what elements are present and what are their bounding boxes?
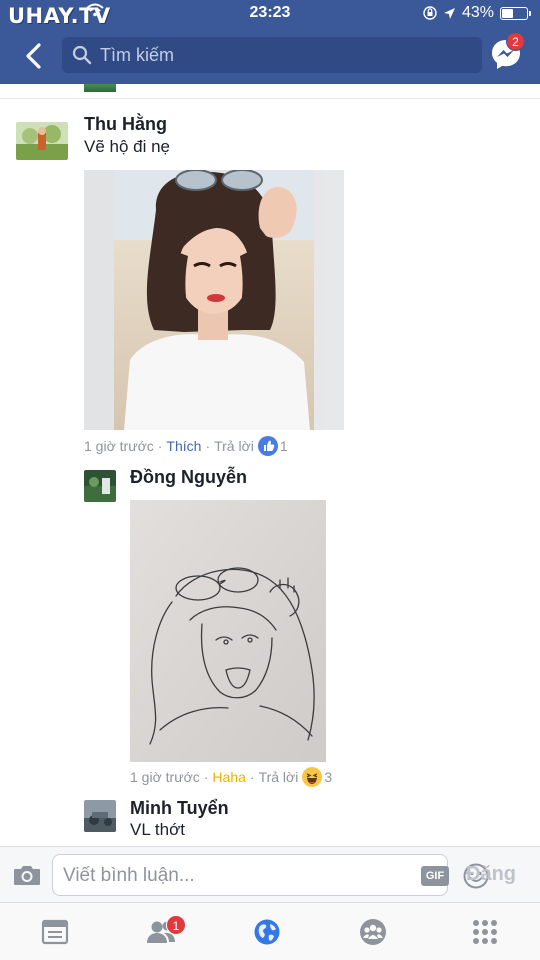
comment-photo[interactable]: [84, 170, 344, 430]
search-icon: [72, 45, 92, 65]
comment-placeholder: Viết bình luận...: [63, 865, 195, 886]
comment-meta: 1 giờ trước · Thích · Trả lời 1: [84, 436, 288, 456]
haha-action[interactable]: Haha: [212, 769, 245, 785]
comment-time: 1 giờ trước: [84, 438, 154, 454]
comment-text: VL thớt: [130, 820, 185, 839]
comment-time: 1 giờ trước: [130, 769, 200, 785]
nav-row: Tìm kiếm 2: [0, 32, 540, 78]
battery-percent: 43%: [461, 4, 494, 21]
menu-grid-icon[interactable]: [470, 917, 500, 947]
messenger-badge: 2: [506, 32, 525, 51]
comments-feed[interactable]: Thu Hằng Vẽ hộ đi nẹ 1 giờ trước · Thích…: [0, 84, 540, 846]
reaction-count: 1: [279, 438, 288, 454]
bottom-tab-bar: 1: [0, 902, 540, 960]
comment-photo[interactable]: [130, 500, 326, 762]
battery-icon: [500, 6, 531, 20]
orientation-lock-icon: [423, 6, 437, 20]
comment-input[interactable]: Viết bình luận... GIF: [52, 854, 489, 896]
comment-meta: 1 giờ trước · Haha · Trả lời 3: [130, 767, 333, 787]
reaction-count: 3: [324, 769, 333, 785]
news-feed-icon[interactable]: [40, 917, 70, 947]
previous-comment-avatar[interactable]: [84, 84, 116, 92]
globe-icon[interactable]: [252, 917, 282, 947]
groups-icon[interactable]: [358, 917, 388, 947]
comment-composer: Viết bình luận... GIF Đăng: [0, 846, 540, 902]
app-screen: UHAY.TV 23:23 43% Tìm kiếm 2 Thu Hằng Vẽ…: [0, 0, 540, 960]
search-placeholder: Tìm kiếm: [100, 44, 174, 65]
like-action[interactable]: Thích: [166, 438, 201, 454]
reply-action[interactable]: Trả lời: [259, 769, 299, 785]
avatar[interactable]: [84, 800, 116, 832]
haha-icon[interactable]: [302, 767, 323, 787]
gif-button[interactable]: GIF: [421, 866, 449, 886]
location-arrow-icon: [443, 7, 455, 19]
friends-badge: 1: [166, 915, 186, 935]
comment-author[interactable]: Đồng Nguyễn: [130, 467, 247, 488]
post-button[interactable]: Đăng: [466, 863, 516, 886]
avatar[interactable]: [84, 470, 116, 502]
search-input[interactable]: Tìm kiếm: [62, 37, 482, 73]
status-right: 43%: [423, 4, 531, 22]
back-button[interactable]: [18, 38, 50, 74]
camera-icon[interactable]: [12, 861, 42, 889]
chevron-left-icon: [26, 43, 41, 69]
status-bar: UHAY.TV 23:23 43%: [0, 0, 540, 28]
like-icon[interactable]: [257, 436, 278, 456]
comment-text: Vẽ hộ đi nẹ: [84, 137, 171, 156]
divider: [0, 98, 540, 99]
comment-author[interactable]: Minh Tuyển: [130, 798, 229, 819]
top-bar: UHAY.TV 23:23 43% Tìm kiếm 2: [0, 0, 540, 84]
reply-action[interactable]: Trả lời: [214, 438, 254, 454]
avatar[interactable]: [16, 122, 68, 160]
comment-author[interactable]: Thu Hằng: [84, 114, 167, 135]
